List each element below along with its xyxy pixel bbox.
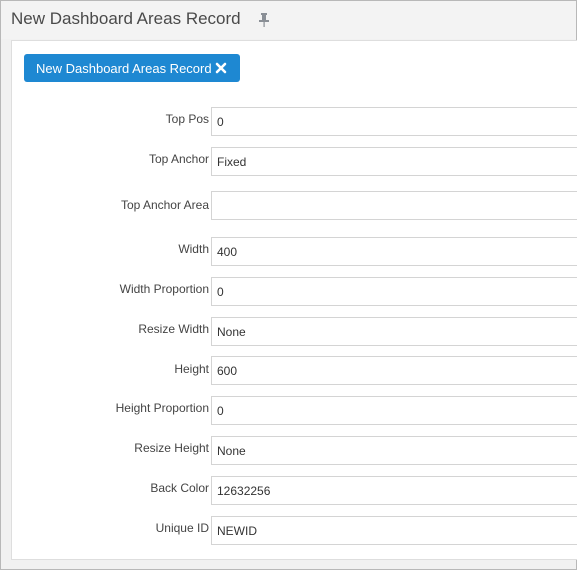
unique-id-field[interactable]: NEWID <box>211 516 577 545</box>
back-color-label: Back Color <box>150 481 209 495</box>
resize-width-field[interactable]: None <box>211 317 577 346</box>
top-pos-field[interactable]: 0 <box>211 107 577 136</box>
close-icon[interactable] <box>215 62 227 74</box>
width-proportion-field[interactable]: 0 <box>211 277 577 306</box>
record-tab[interactable]: New Dashboard Areas Record <box>24 54 240 82</box>
width-proportion-label: Width Proportion <box>119 282 209 296</box>
back-color-field[interactable]: 12632256 <box>211 476 577 505</box>
height-proportion-field[interactable]: 0 <box>211 396 577 425</box>
height-proportion-label: Height Proportion <box>115 401 209 415</box>
top-anchor-area-field[interactable] <box>211 191 577 220</box>
resize-width-label: Resize Width <box>138 322 209 336</box>
unique-id-label: Unique ID <box>155 521 209 535</box>
page-title: New Dashboard Areas Record <box>11 9 241 28</box>
height-label: Height <box>174 362 209 376</box>
pin-icon[interactable] <box>258 13 270 27</box>
height-field[interactable]: 600 <box>211 356 577 385</box>
width-field[interactable]: 400 <box>211 237 577 266</box>
title-bar: New Dashboard Areas Record <box>1 1 576 39</box>
top-pos-label: Top Pos <box>165 112 209 126</box>
record-tab-label: New Dashboard Areas Record <box>36 60 212 76</box>
width-label: Width <box>178 242 209 256</box>
top-anchor-area-label: Top Anchor Area <box>120 198 209 212</box>
top-anchor-label: Top Anchor <box>148 152 209 166</box>
resize-height-label: Resize Height <box>134 441 209 455</box>
top-anchor-field[interactable]: Fixed <box>211 147 577 176</box>
resize-height-field[interactable]: None <box>211 436 577 465</box>
